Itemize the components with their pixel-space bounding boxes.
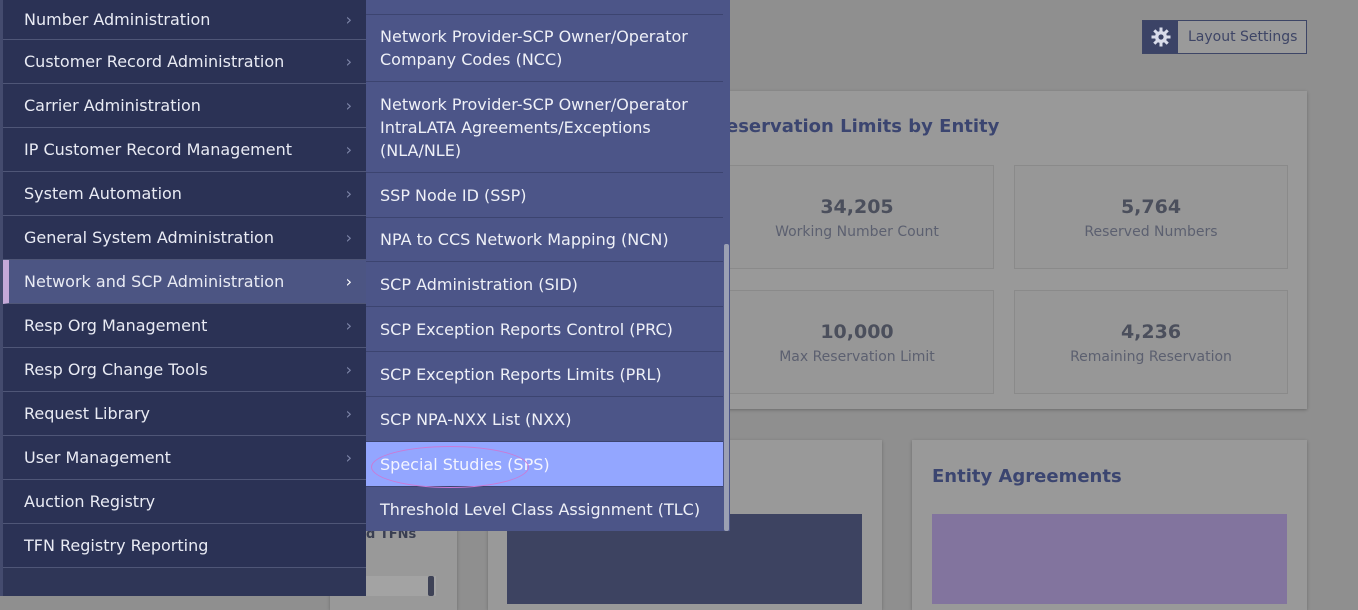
sidebar-item-user-management[interactable]: User Management › [3, 436, 366, 480]
sidebar-menu: Number Administration › Customer Record … [0, 0, 366, 596]
submenu-item-partial-top[interactable] [366, 0, 723, 15]
chevron-right-icon: › [345, 184, 352, 203]
sidebar-item-label: System Automation [24, 184, 182, 203]
chevron-right-icon: › [345, 404, 352, 423]
submenu-scrollbar[interactable] [723, 0, 730, 531]
reserved-numbers-tile: 5,764 Reserved Numbers [1014, 165, 1288, 269]
stat-caption: Max Reservation Limit [779, 349, 935, 365]
sidebar-item-number-administration[interactable]: Number Administration › [3, 0, 366, 40]
chevron-right-icon: › [345, 10, 352, 29]
submenu-item-sps[interactable]: Special Studies (SPS) [366, 442, 723, 487]
chevron-right-icon: › [345, 140, 352, 159]
sidebar-item-label: Carrier Administration [24, 96, 201, 115]
sidebar-item-general-system-administration[interactable]: General System Administration › [3, 216, 366, 260]
chevron-right-icon: › [345, 228, 352, 247]
working-number-count-tile: 34,205 Working Number Count [720, 165, 994, 269]
submenu-item-label: NPA to CCS Network Mapping (NCN) [380, 230, 669, 249]
sidebar-item-auction-registry[interactable]: Auction Registry [3, 480, 366, 524]
sidebar-item-ip-customer-record-management[interactable]: IP Customer Record Management › [3, 128, 366, 172]
submenu-item-ssp[interactable]: SSP Node ID (SSP) [366, 173, 723, 218]
sidebar-item-system-automation[interactable]: System Automation › [3, 172, 366, 216]
chevron-right-icon: › [345, 96, 352, 115]
stat-value: 4,236 [1120, 321, 1182, 343]
sidebar-item-label: IP Customer Record Management [24, 140, 293, 159]
submenu-item-label: SCP NPA-NXX List (NXX) [380, 409, 572, 429]
tfn-scrollbar[interactable] [428, 576, 434, 596]
submenu-scrollbar-thumb[interactable] [724, 244, 729, 531]
tfn-summary-panel [366, 576, 436, 596]
sidebar-item-network-and-scp-administration[interactable]: Network and SCP Administration › [3, 260, 366, 304]
submenu-item-nxx[interactable]: SCP NPA-NXX List (NXX) [366, 397, 723, 442]
sidebar-item-label: Request Library [24, 404, 151, 423]
submenu-item-label: Threshold Level Class Assignment (TLC) [380, 499, 701, 519]
sidebar-item-label: Resp Org Change Tools [24, 360, 208, 379]
submenu-item-label: SSP Node ID (SSP) [380, 185, 527, 205]
submenu-item-label: Special Studies (SPS) [380, 454, 550, 474]
sidebar-item-label: General System Administration [24, 228, 274, 247]
gear-icon [1143, 21, 1178, 53]
submenu-item-sid[interactable]: SCP Administration (SID) [366, 262, 723, 307]
sidebar-item-label: Auction Registry [24, 492, 156, 511]
sidebar-item-label: Number Administration [24, 10, 211, 29]
sidebar-item-tfn-registry-reporting[interactable]: TFN Registry Reporting [3, 524, 366, 568]
submenu-item-tlc[interactable]: Threshold Level Class Assignment (TLC) [366, 487, 723, 531]
sidebar-item-label: Resp Org Management [24, 316, 208, 335]
stat-caption: Remaining Reservation [1070, 349, 1232, 365]
max-reservation-limit-tile: 10,000 Max Reservation Limit [720, 290, 994, 394]
sidebar-item-label: Customer Record Administration [24, 52, 285, 71]
sidebar-item-label: User Management [24, 448, 171, 467]
layout-settings-label: Layout Settings [1188, 29, 1298, 45]
submenu-item-label: SCP Exception Reports Control (PRC) [380, 319, 673, 339]
entity-agreements-title: Entity Agreements [932, 466, 1122, 487]
sidebar-item-resp-org-change-tools[interactable]: Resp Org Change Tools › [3, 348, 366, 392]
network-scp-submenu: Network Provider-SCP Owner/Operator Comp… [366, 0, 730, 531]
submenu-item-label: Network Provider-SCP Owner/Operator Comp… [380, 27, 688, 69]
chevron-right-icon: › [345, 316, 352, 335]
stat-caption: Working Number Count [775, 224, 939, 240]
chevron-right-icon: › [345, 448, 352, 467]
sidebar-item-label: Network and SCP Administration [24, 272, 285, 291]
stat-value: 5,764 [1120, 196, 1182, 218]
chevron-right-icon: › [345, 272, 352, 291]
submenu-item-prc[interactable]: SCP Exception Reports Control (PRC) [366, 307, 723, 352]
sidebar-item-carrier-administration[interactable]: Carrier Administration › [3, 84, 366, 128]
stat-caption: Reserved Numbers [1084, 224, 1218, 240]
submenu-item-ncc[interactable]: Network Provider-SCP Owner/Operator Comp… [366, 15, 723, 82]
chevron-right-icon: › [345, 360, 352, 379]
entity-agreements-chart [932, 514, 1287, 604]
sidebar-item-label: TFN Registry Reporting [24, 536, 209, 555]
submenu-item-ncn[interactable]: NPA to CCS Network Mapping (NCN) [366, 218, 723, 262]
stat-value: 34,205 [820, 196, 894, 218]
sidebar-item-request-library[interactable]: Request Library › [3, 392, 366, 436]
chevron-right-icon: › [345, 52, 352, 71]
reservation-limits-title: eservation Limits by Entity [726, 116, 1000, 137]
submenu-item-prl[interactable]: SCP Exception Reports Limits (PRL) [366, 352, 723, 397]
layout-settings-button[interactable]: Layout Settings [1142, 20, 1307, 54]
submenu-item-label: SCP Administration (SID) [380, 274, 578, 294]
submenu-item-label: Network Provider-SCP Owner/Operator Intr… [380, 94, 688, 160]
submenu-item-nla-nle[interactable]: Network Provider-SCP Owner/Operator Intr… [366, 82, 723, 173]
sidebar-item-resp-org-management[interactable]: Resp Org Management › [3, 304, 366, 348]
sidebar-item-customer-record-administration[interactable]: Customer Record Administration › [3, 40, 366, 84]
remaining-reservation-tile: 4,236 Remaining Reservation [1014, 290, 1288, 394]
submenu-item-label: SCP Exception Reports Limits (PRL) [380, 364, 662, 384]
stat-value: 10,000 [820, 321, 894, 343]
